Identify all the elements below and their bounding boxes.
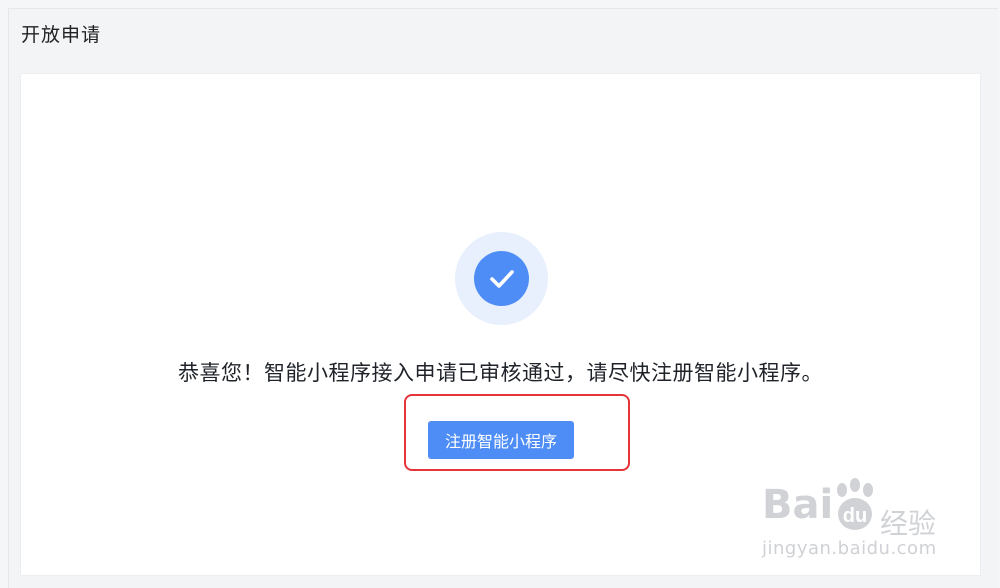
watermark-brand-cn: 经验 <box>880 507 937 540</box>
watermark-brand-du: du <box>843 505 867 527</box>
paw-icon: du <box>832 478 878 540</box>
check-circle-icon <box>474 251 529 306</box>
watermark-brand-latin: Bai <box>762 482 834 528</box>
success-status-badge <box>455 232 548 325</box>
approval-message: 恭喜您！智能小程序接入申请已审核通过，请尽快注册智能小程序。 <box>178 361 823 385</box>
register-mini-program-button[interactable]: 注册智能小程序 <box>428 421 574 459</box>
page-title: 开放申请 <box>21 24 102 46</box>
watermark-url: jingyan.baidu.com <box>762 538 937 559</box>
baidu-jingyan-watermark: Bai du 经验 jingyan.baidu.com <box>762 478 972 570</box>
